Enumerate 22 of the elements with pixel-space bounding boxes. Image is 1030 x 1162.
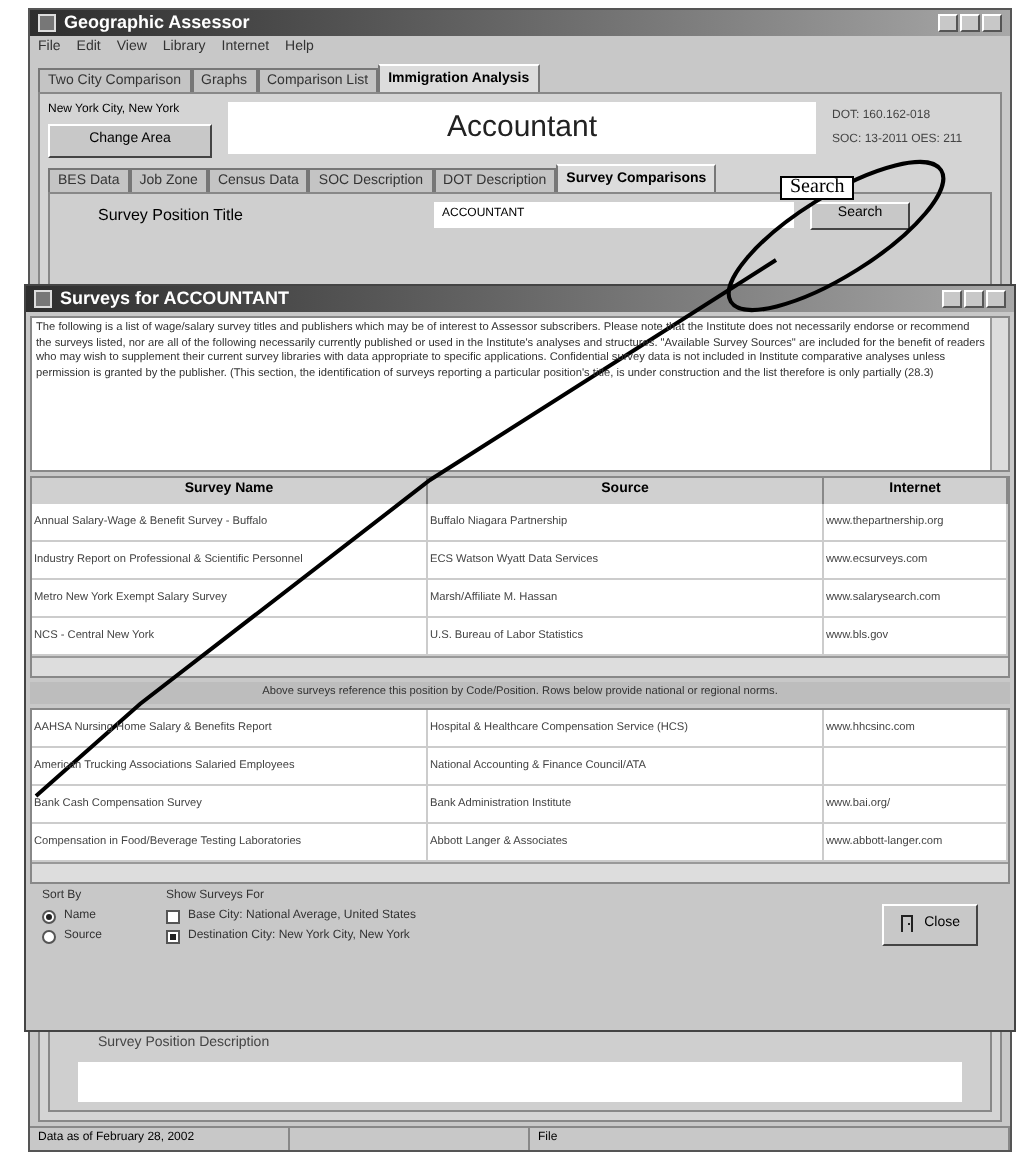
close-button[interactable]: [986, 290, 1006, 308]
scrollbar[interactable]: [32, 862, 1008, 882]
close-button[interactable]: [982, 14, 1002, 32]
position-field[interactable]: Accountant: [228, 102, 816, 154]
checkbox[interactable]: [166, 930, 180, 944]
radio-button[interactable]: [42, 910, 56, 924]
minimize-button[interactable]: [938, 14, 958, 32]
scrollbar[interactable]: [32, 656, 1008, 676]
window-title: Geographic Assessor: [64, 14, 250, 32]
door-icon: [900, 914, 917, 935]
checkbox[interactable]: [166, 910, 180, 924]
description-field[interactable]: [78, 1062, 962, 1102]
scrollbar[interactable]: [990, 318, 1008, 470]
maximize-button[interactable]: [960, 14, 980, 32]
minimize-button[interactable]: [942, 290, 962, 308]
radio-button[interactable]: [42, 930, 56, 944]
app-icon: [34, 290, 52, 308]
field-label: Survey Position Title: [98, 203, 245, 227]
window-title: Surveys for ACCOUNTANT: [60, 290, 290, 308]
maximize-button[interactable]: [964, 290, 984, 308]
annotation-label: Search: [780, 176, 855, 200]
app-icon: [38, 14, 56, 32]
